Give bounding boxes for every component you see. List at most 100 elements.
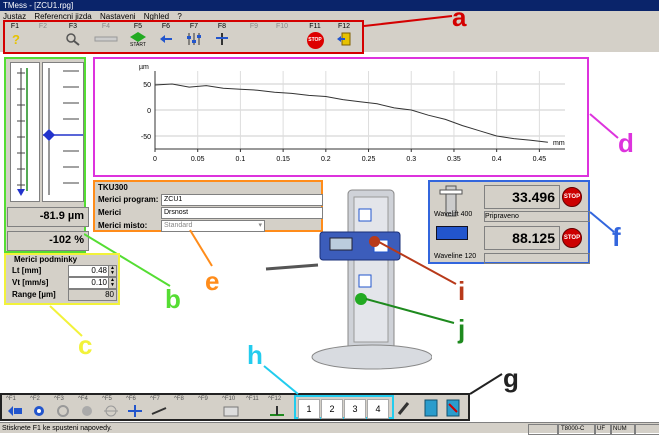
annotation-line-e	[189, 229, 213, 267]
annotation-box-a	[3, 20, 364, 54]
table-icon[interactable]	[222, 404, 240, 418]
waveline-name: Waveline 120	[434, 253, 477, 260]
place-label: Merici misto:	[98, 221, 148, 230]
operator-label: Merici	[98, 208, 122, 217]
vt-input[interactable]: 0.10	[68, 277, 110, 289]
waveline-status	[484, 253, 590, 264]
chart-x-tick-label: 0.45	[533, 156, 547, 163]
waveline-stop-button[interactable]: STOP	[562, 228, 582, 248]
chart-y-tick-label: 0	[147, 108, 151, 115]
waveline-icon	[436, 226, 468, 240]
status-model: T8000-C	[558, 424, 596, 435]
coarse-gauge	[10, 62, 40, 202]
chart-x-tick-label: 0	[153, 156, 157, 163]
wavelift-status: Pripraveno	[484, 211, 590, 222]
annotation-line-c	[49, 305, 83, 337]
profile-chart: 50 0 -50 0 0.05 0.1 0.15 0.2 0.25 0.3 0.35 0.4 0.45 µ…	[139, 64, 565, 163]
annotation-line-h	[263, 365, 299, 395]
program-label: Merici program:	[98, 195, 159, 204]
reference-run-icon[interactable]	[6, 404, 24, 418]
key-label-ctrl-f2: ^F2	[30, 396, 40, 402]
measurement-conditions-panel: Merici podminky Lt [mm] 0.48 ▲ ▼ Vt [mm/s…	[4, 253, 120, 305]
segment-2-button[interactable]: 2	[321, 399, 343, 419]
annotation-label-i: i	[458, 276, 466, 306]
vt-spinner[interactable]: ▲ ▼	[108, 277, 117, 289]
wavelift-position: 33.496	[484, 185, 560, 209]
chart-x-tick-label: 0.1	[236, 156, 246, 163]
annotation-line-g	[469, 373, 503, 395]
bottom-toolbar: ^F1 ^F2 ^F3 ^F4 ^F5 ^F6 ^F7 ^F8 ^F9 ^F10…	[0, 393, 470, 421]
key-label-ctrl-f8: ^F8	[174, 396, 184, 402]
lt-input[interactable]: 0.48	[68, 265, 110, 277]
status-num: NUM	[610, 424, 636, 435]
chart-x-axis-label: mm	[553, 140, 565, 147]
annotation-label-e: e	[205, 266, 220, 296]
chart-x-tick-label: 0.3	[406, 156, 416, 163]
level-icon[interactable]	[268, 404, 286, 418]
chart-x-tick-label: 0.15	[276, 156, 290, 163]
lt-label: Lt [mm]	[12, 266, 42, 275]
cross-icon[interactable]	[126, 404, 144, 418]
status-indicator-2	[634, 424, 659, 435]
fine-gauge	[42, 62, 84, 202]
device-name: TKU300	[98, 183, 128, 192]
clipboard-icon[interactable]	[422, 398, 440, 418]
chart-series-line	[154, 83, 548, 143]
conditions-title: Merici podminky	[14, 255, 78, 264]
rotate-icon[interactable]	[54, 404, 72, 418]
status-hint: Stisknete F1 ke spusteni napovedy.	[2, 425, 112, 432]
annotation-line-d	[589, 113, 619, 139]
wavelift-name: Wavelift 400	[434, 211, 473, 218]
axis-devices-panel: 33.496 STOP Wavelift 400 Pripraveno 88.1…	[428, 180, 590, 264]
range-value: 80	[68, 289, 117, 301]
annotation-line-f	[589, 211, 615, 233]
chart-y-tick-label: -50	[141, 134, 151, 141]
segment-selector: 1 2 3 4	[294, 395, 394, 419]
readout-percent: -102 %	[7, 231, 89, 251]
wavelift-stop-button[interactable]: STOP	[562, 187, 582, 207]
chart-x-tick-label: 0.35	[447, 156, 461, 163]
segment-4-button[interactable]: 4	[367, 399, 389, 419]
settings-icon[interactable]	[30, 404, 48, 418]
annotation-label-g: g	[503, 363, 519, 393]
coarse-gauge-scale	[17, 68, 28, 196]
delete-document-icon[interactable]	[444, 398, 462, 418]
chart-x-tick-label: 0.25	[362, 156, 376, 163]
chart-y-tick-label: 50	[143, 82, 151, 89]
status-bar: Stisknete F1 ke spusteni napovedy. T8000…	[0, 422, 659, 435]
key-label-ctrl-f4: ^F4	[78, 396, 88, 402]
key-label-ctrl-f3: ^F3	[54, 396, 64, 402]
key-label-ctrl-f11: ^F11	[246, 396, 259, 402]
annotation-label-h: h	[247, 340, 263, 370]
segment-1-button[interactable]: 1	[298, 399, 320, 419]
target-icon[interactable]	[102, 404, 120, 418]
key-label-ctrl-f1: ^F1	[6, 396, 16, 402]
readout-um: -81.9 µm	[7, 207, 89, 227]
chart-y-axis-label: µm	[139, 64, 149, 71]
profile-chart-panel: 50 0 -50 0 0.05 0.1 0.15 0.2 0.25 0.3 0.35 0.4 0.45 µ…	[93, 57, 589, 177]
status-indicator-1	[528, 424, 558, 435]
tilt-icon[interactable]	[150, 404, 168, 418]
range-label: Range [µm]	[12, 290, 56, 299]
key-label-ctrl-f9: ^F9	[198, 396, 208, 402]
waveline-position: 88.125	[484, 226, 560, 250]
chart-x-tick-label: 0.05	[191, 156, 205, 163]
annotation-label-j: j	[458, 314, 466, 344]
vt-label: Vt [mm/s]	[12, 278, 49, 287]
key-label-ctrl-f10: ^F10	[222, 396, 236, 402]
key-label-ctrl-f7: ^F7	[150, 396, 160, 402]
lt-spinner[interactable]: ▲ ▼	[108, 265, 117, 277]
fine-gauge-scale	[43, 68, 83, 195]
segment-3-button[interactable]: 3	[344, 399, 366, 419]
annotation-line-a	[364, 15, 453, 27]
chart-x-tick-label: 0.2	[321, 156, 331, 163]
gauge-panel: -81.9 µm -102 %	[4, 57, 89, 253]
key-label-ctrl-f6: ^F6	[126, 396, 136, 402]
annotation-label-a: a	[452, 2, 467, 32]
key-label-ctrl-f12: ^F12	[268, 396, 282, 402]
wrench-icon[interactable]	[396, 399, 412, 417]
annotation-line-j	[365, 298, 455, 324]
chart-x-tick-label: 0.4	[492, 156, 502, 163]
gear-icon[interactable]	[78, 404, 96, 418]
key-label-ctrl-f5: ^F5	[102, 396, 112, 402]
